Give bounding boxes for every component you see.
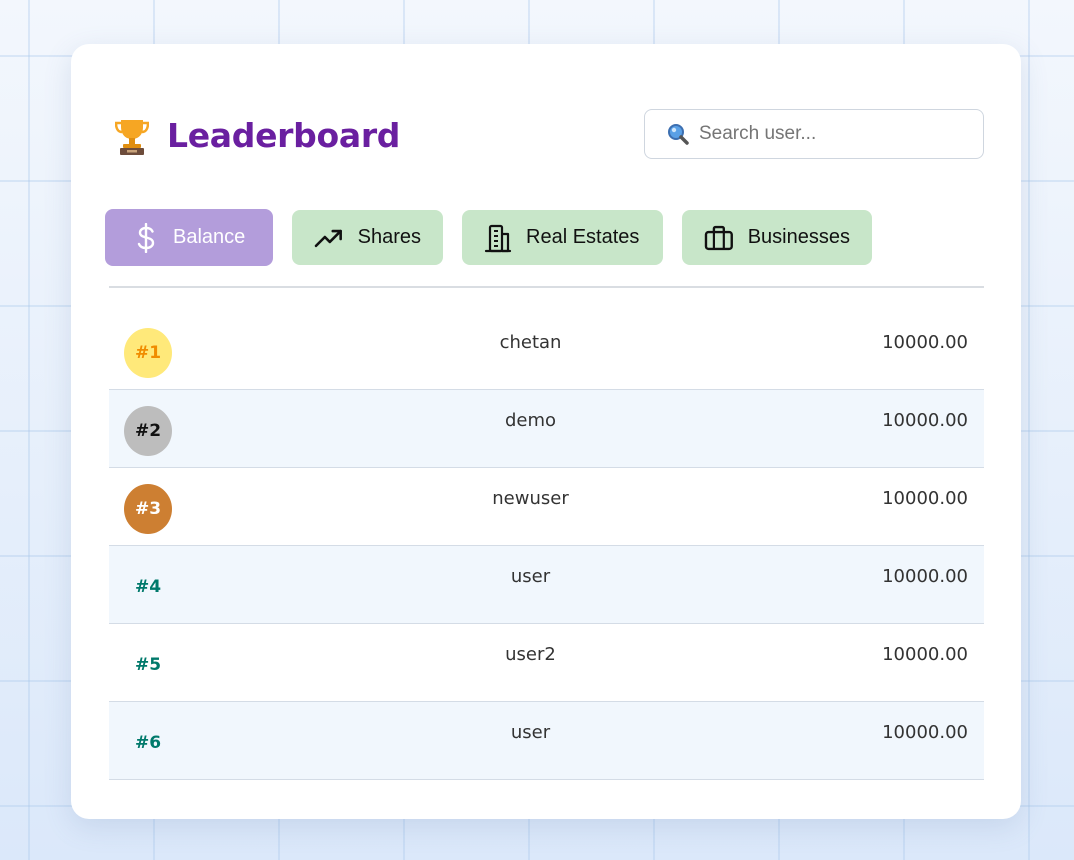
username: demo <box>504 410 557 431</box>
trophy-icon <box>115 119 149 155</box>
tab-real-estates-label: Real Estates <box>526 226 640 248</box>
username: newuser <box>492 488 569 509</box>
building-icon <box>484 224 512 252</box>
tab-businesses-label: Businesses <box>747 226 850 248</box>
leaderboard-table: #1 chetan 10000.00 #2 demo 10000.00 #3 n… <box>109 312 984 780</box>
username: user <box>510 722 551 743</box>
username: user <box>510 566 551 587</box>
balance-value: 10000.00 <box>882 722 968 743</box>
tab-bar: Balance Shares Real Estates Businesses <box>105 209 891 266</box>
tab-balance[interactable]: Balance <box>105 209 273 266</box>
balance-value: 10000.00 <box>882 644 968 665</box>
divider <box>109 286 984 288</box>
page-title: Leaderboard <box>167 116 401 155</box>
magnifier-icon <box>668 124 689 145</box>
balance-value: 10000.00 <box>882 332 968 353</box>
username: user2 <box>505 644 556 665</box>
tab-real-estates[interactable]: Real Estates <box>462 210 663 265</box>
leaderboard-card: Leaderboard Balance Shares <box>71 44 1021 819</box>
balance-value: 10000.00 <box>882 488 968 509</box>
balance-value: 10000.00 <box>882 410 968 431</box>
tab-shares-label: Shares <box>357 226 421 248</box>
tab-businesses[interactable]: Businesses <box>682 210 872 265</box>
search-box[interactable] <box>644 109 984 159</box>
table-row[interactable]: #1 chetan 10000.00 <box>109 312 984 390</box>
balance-value: 10000.00 <box>882 566 968 587</box>
table-row[interactable]: #3 newuser 10000.00 <box>109 468 984 546</box>
search-input[interactable] <box>699 123 969 145</box>
briefcase-icon <box>704 225 733 250</box>
table-row[interactable]: #5 user2 10000.00 <box>109 624 984 702</box>
dollar-icon <box>137 222 155 253</box>
username: chetan <box>499 332 562 353</box>
table-row[interactable]: #2 demo 10000.00 <box>109 390 984 468</box>
table-row[interactable]: #6 user 10000.00 <box>109 702 984 780</box>
trending-up-icon <box>314 229 342 247</box>
table-row[interactable]: #4 user 10000.00 <box>109 546 984 624</box>
tab-balance-label: Balance <box>173 226 246 248</box>
title-group: Leaderboard <box>115 116 400 155</box>
tab-shares[interactable]: Shares <box>292 210 443 265</box>
